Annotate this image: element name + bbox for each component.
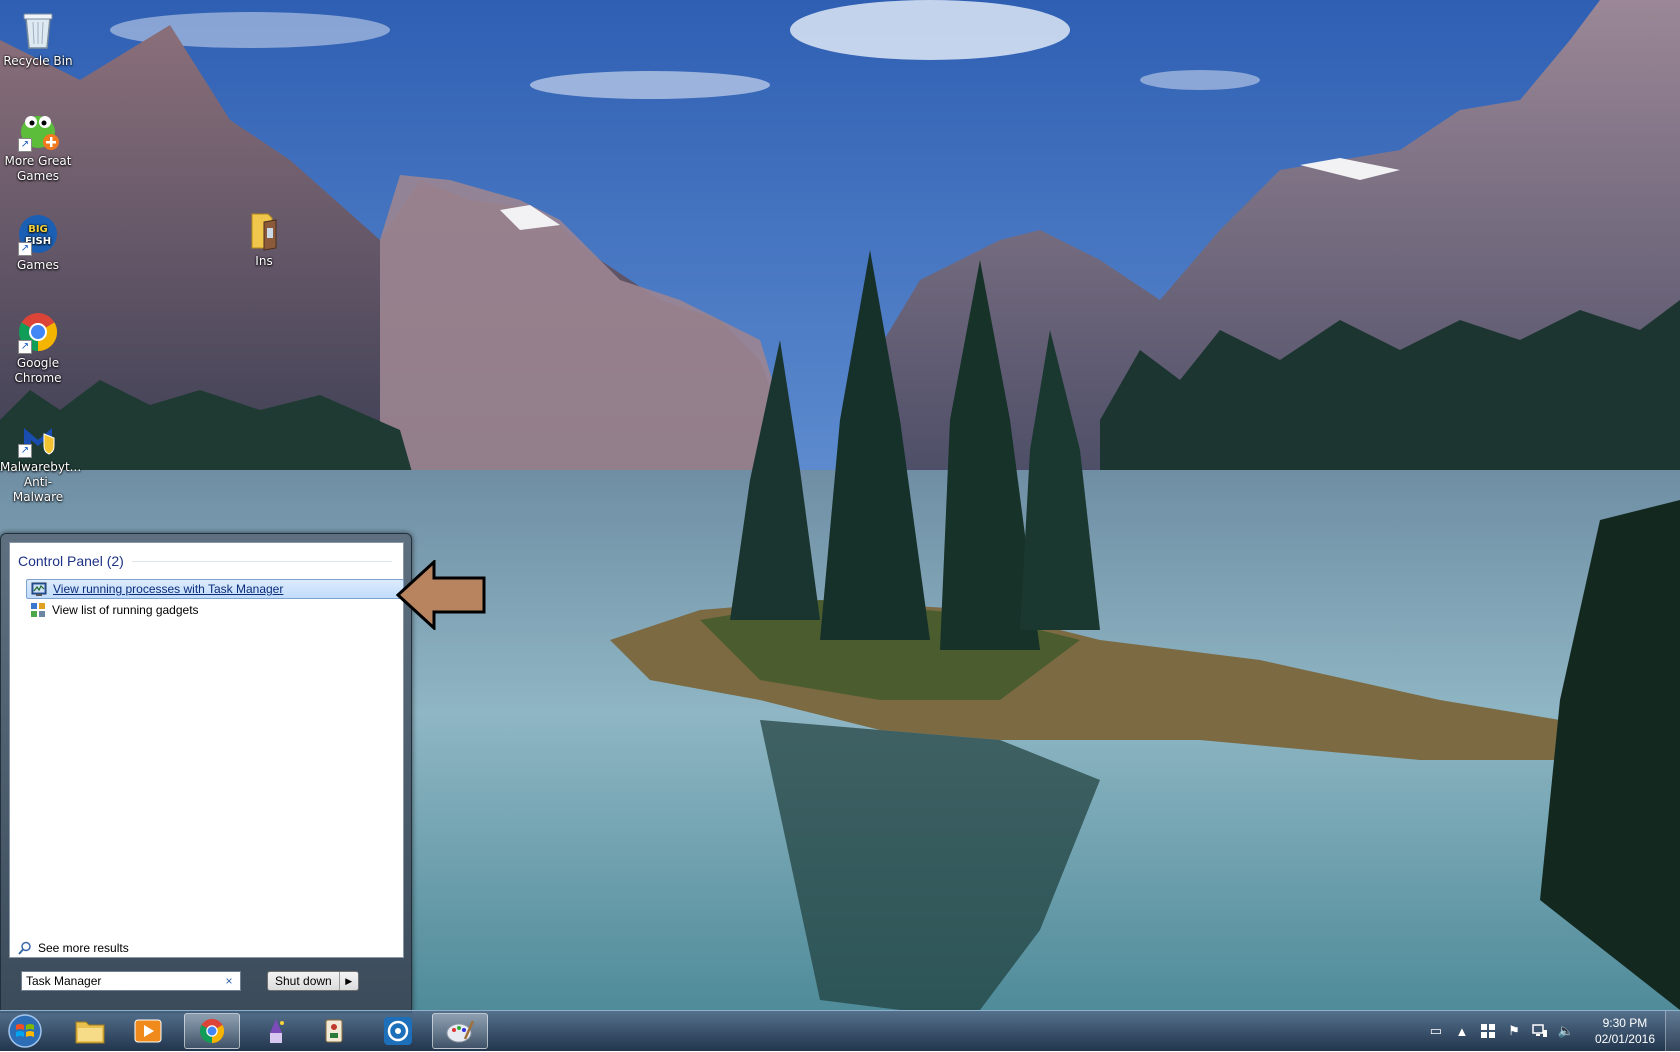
action-center-flag-icon[interactable]: ⚑ (1504, 1021, 1524, 1041)
taskbar-paint[interactable] (432, 1013, 488, 1049)
taskbar-wizard-game[interactable] (248, 1013, 304, 1049)
start-button[interactable] (4, 1013, 46, 1049)
app-circle-icon (384, 1017, 412, 1045)
start-menu: Control Panel (2) View running processes… (0, 533, 412, 1013)
recycle-bin-icon (16, 8, 60, 52)
desktop-icon-label: Malwarebyt... Anti-Malware (0, 460, 82, 504)
results-section-header: Control Panel (2) (18, 553, 392, 569)
desktop-icon-games[interactable]: BIG FISH ↗ Games (0, 212, 76, 273)
media-player-icon (134, 1019, 162, 1043)
frog-game-icon: ↗ (16, 108, 60, 152)
svg-text:BIG: BIG (28, 224, 48, 235)
search-row: × Shut down ▶ (13, 967, 403, 997)
search-results-pane: Control Panel (2) View running processes… (9, 542, 404, 958)
clear-search-icon[interactable]: × (222, 973, 236, 989)
start-search-input[interactable] (22, 972, 226, 990)
paint-icon (446, 1020, 475, 1043)
magnifier-icon (18, 941, 32, 955)
result-label: View running processes with Task Manager (53, 582, 284, 596)
network-icon[interactable] (1530, 1021, 1550, 1041)
windows-explorer-icon (75, 1021, 105, 1044)
shortcut-arrow-icon: ↗ (18, 138, 32, 152)
show-hidden-icons-icon[interactable]: ▲ (1452, 1021, 1472, 1041)
see-more-label: See more results (38, 941, 129, 955)
taskbar: ▭ ▲ ⚑ 🔈 9:30 PM 02/01/2016 (0, 1010, 1680, 1051)
google-chrome-icon (199, 1018, 225, 1044)
result-running-gadgets[interactable]: View list of running gadgets (26, 600, 404, 620)
volume-icon[interactable]: 🔈 (1556, 1021, 1576, 1041)
clock[interactable]: 9:30 PM 02/01/2016 (1595, 1015, 1655, 1047)
desktop-icon-label: Google Chrome (14, 356, 62, 385)
shortcut-arrow-icon: ↗ (18, 444, 32, 458)
mahjong-game-icon (325, 1019, 343, 1043)
wizard-game-icon (270, 1019, 284, 1043)
taskbar-mahjong-game[interactable] (306, 1013, 362, 1049)
taskbar-app-circle[interactable] (370, 1013, 426, 1049)
system-tray: ▭ ▲ ⚑ 🔈 9:30 PM 02/01/2016 (1423, 1011, 1680, 1051)
gadgets-icon (30, 602, 46, 618)
task-manager-icon (31, 581, 47, 597)
desktop-icon-ins-folder[interactable]: Ins (226, 208, 302, 269)
result-label: View list of running gadgets (52, 603, 199, 617)
malwarebytes-icon: ↗ (16, 414, 60, 458)
shortcut-arrow-icon: ↗ (18, 242, 32, 256)
desktop-icon-label: Recycle Bin (3, 54, 73, 68)
start-search-box: × (21, 971, 241, 991)
taskbar-media-player[interactable] (120, 1013, 176, 1049)
windows-logo-icon (8, 1014, 42, 1048)
section-divider (131, 560, 392, 562)
shutdown-options-arrow-icon[interactable]: ▶ (340, 972, 358, 990)
desktop-icon-google-chrome[interactable]: ↗ Google Chrome (0, 310, 76, 386)
show-desktop-button[interactable] (1665, 1011, 1680, 1051)
battery-icon[interactable]: ▭ (1426, 1021, 1446, 1041)
section-title: Control Panel (2) (18, 553, 124, 569)
pointer-arrow-annotation (395, 558, 488, 633)
clock-time: 9:30 PM (1602, 1016, 1648, 1030)
google-chrome-icon: ↗ (16, 310, 60, 354)
folder-icon (242, 208, 286, 252)
desktop-icon-more-great-games[interactable]: ↗ More Great Games (0, 108, 76, 184)
clock-date: 02/01/2016 (1594, 1032, 1655, 1046)
desktop-icon-recycle-bin[interactable]: Recycle Bin (0, 8, 76, 69)
taskbar-windows-explorer[interactable] (62, 1013, 118, 1049)
desktop-icon-label: Games (17, 258, 59, 272)
see-more-results-link[interactable]: See more results (18, 941, 129, 955)
desktop-icon-malwarebytes[interactable]: ↗ Malwarebyt... Anti-Malware (0, 414, 82, 505)
shutdown-button[interactable]: Shut down (268, 972, 340, 990)
windows-flag-icon[interactable] (1478, 1021, 1498, 1041)
big-fish-games-icon: BIG FISH ↗ (16, 212, 60, 256)
shortcut-arrow-icon: ↗ (18, 340, 32, 354)
result-task-manager[interactable]: View running processes with Task Manager (26, 579, 404, 599)
desktop-icon-label: Ins (255, 254, 273, 268)
taskbar-google-chrome[interactable] (184, 1013, 240, 1049)
desktop-icon-label: More Great Games (4, 154, 72, 183)
shutdown-control: Shut down ▶ (267, 971, 359, 991)
